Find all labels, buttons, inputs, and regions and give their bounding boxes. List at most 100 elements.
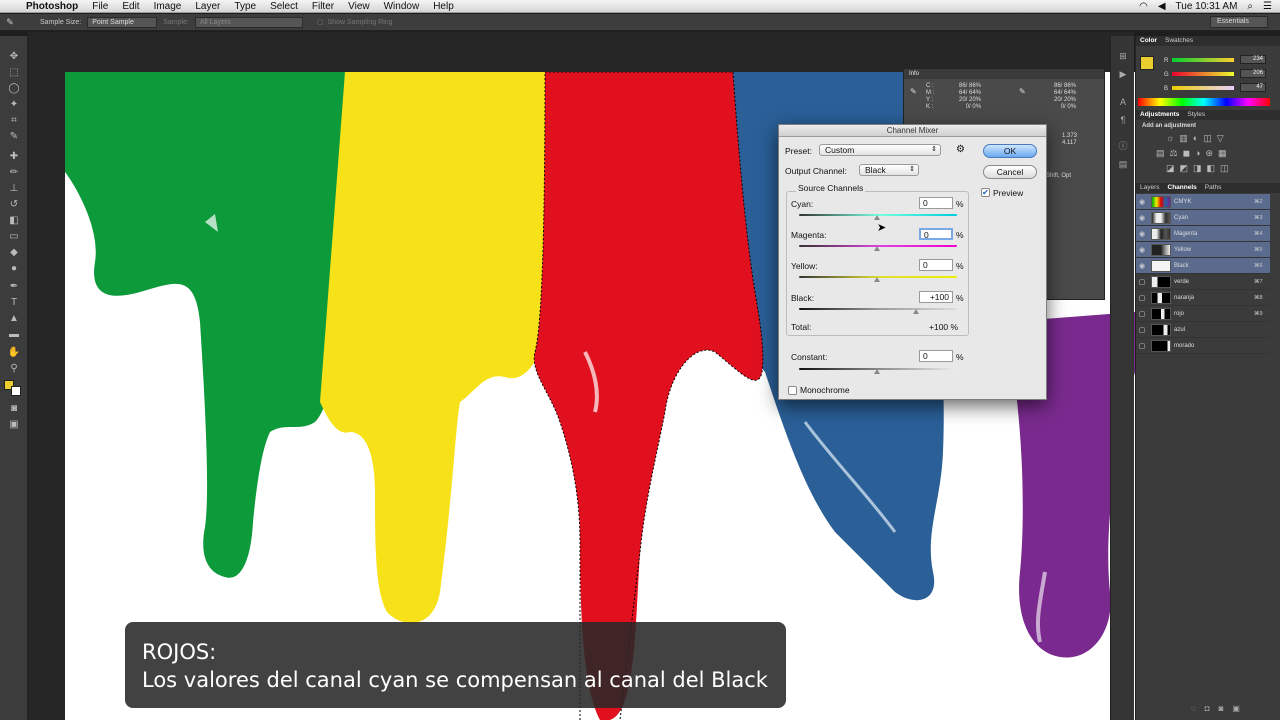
visibility-eye-icon[interactable]: ◉: [1136, 246, 1148, 254]
quick-select-tool-icon[interactable]: ✦: [6, 98, 22, 112]
color-r-value[interactable]: 234: [1240, 55, 1266, 64]
actions-panel-icon[interactable]: ▶: [1116, 68, 1130, 80]
type-tool-icon[interactable]: T: [6, 296, 22, 310]
adjustment-icons-row-1[interactable]: ☼▥◐◫▽: [1166, 133, 1229, 144]
cyan-slider-thumb[interactable]: [874, 215, 880, 220]
constant-value-input[interactable]: 0: [919, 350, 953, 362]
zoom-tool-icon[interactable]: ⚲: [6, 362, 22, 376]
tab-adjustments[interactable]: Adjustments: [1140, 110, 1179, 120]
preset-select[interactable]: Custom: [819, 144, 941, 156]
menu-app-name[interactable]: Photoshop: [26, 1, 78, 12]
hand-tool-icon[interactable]: ✋: [6, 346, 22, 360]
screen-mode-icon[interactable]: ▣: [6, 418, 22, 432]
channel-row-magenta[interactable]: ◉ Magenta ⌘4: [1136, 226, 1270, 242]
visibility-eye-icon[interactable]: ◉: [1136, 214, 1148, 222]
channel-row-cyan[interactable]: ◉ Cyan ⌘3: [1136, 210, 1270, 226]
visibility-eye-icon[interactable]: ◉: [1136, 198, 1148, 206]
clone-stamp-icon[interactable]: ⊥: [6, 182, 22, 196]
history-panel-icon[interactable]: ⊞: [1116, 50, 1130, 62]
notification-list-icon[interactable]: ☰: [1263, 1, 1272, 12]
cancel-button[interactable]: Cancel: [983, 165, 1037, 179]
visibility-eye-icon[interactable]: ◉: [1136, 262, 1148, 270]
preset-options-gear-icon[interactable]: ⚙: [956, 144, 965, 155]
menu-edit[interactable]: Edit: [122, 1, 139, 12]
color-b-value[interactable]: 47: [1240, 83, 1266, 92]
background-color-swatch[interactable]: [11, 386, 21, 396]
channel-row-verde[interactable]: ▢ verde ⌘7: [1136, 274, 1270, 290]
channel-row-cmyk[interactable]: ◉ CMYK ⌘2: [1136, 194, 1270, 210]
sample-size-select[interactable]: Point Sample: [87, 16, 158, 28]
brush-tool-icon[interactable]: ✏: [6, 166, 22, 180]
menu-view[interactable]: View: [348, 1, 370, 12]
constant-slider-thumb[interactable]: [874, 369, 880, 374]
visibility-eye-placeholder[interactable]: ▢: [1136, 278, 1148, 286]
lasso-tool-icon[interactable]: ◯: [6, 82, 22, 96]
paragraph-panel-icon[interactable]: ¶: [1116, 114, 1130, 126]
workspace-switcher[interactable]: Essentials: [1210, 16, 1268, 28]
color-g-value[interactable]: 206: [1240, 69, 1266, 78]
tab-channels[interactable]: Channels: [1168, 183, 1197, 193]
tab-styles[interactable]: Styles: [1187, 110, 1205, 120]
color-r-slider[interactable]: [1172, 58, 1234, 62]
show-ring-checkbox[interactable]: ▢: [317, 18, 324, 26]
adjustment-icons-row-3[interactable]: ◪◩◨◧◫: [1166, 163, 1234, 174]
properties-panel-icon[interactable]: ▤: [1116, 158, 1130, 170]
history-brush-icon[interactable]: ↺: [6, 198, 22, 212]
channel-row-rojo[interactable]: ▢ rojo ⌘9: [1136, 306, 1270, 322]
magenta-slider-thumb[interactable]: [874, 246, 880, 251]
visibility-eye-placeholder[interactable]: ▢: [1136, 326, 1148, 334]
spotlight-search-icon[interactable]: ⌕: [1247, 1, 1253, 12]
channel-row-azul[interactable]: ▢ azul: [1136, 322, 1270, 338]
eyedropper-tool-icon[interactable]: ✎: [0, 17, 20, 28]
quick-mask-icon[interactable]: ◙: [6, 402, 22, 416]
visibility-eye-icon[interactable]: ◉: [1136, 230, 1148, 238]
channel-row-yellow[interactable]: ◉ Yellow ⌘5: [1136, 242, 1270, 258]
menu-layer[interactable]: Layer: [195, 1, 220, 12]
marquee-tool-icon[interactable]: ⬚: [6, 66, 22, 80]
black-slider-thumb[interactable]: [913, 309, 919, 314]
channel-row-black[interactable]: ◉ Black ⌘6: [1136, 258, 1270, 274]
ok-button[interactable]: OK: [983, 144, 1037, 158]
cyan-value-input[interactable]: 0: [919, 197, 953, 209]
menu-help[interactable]: Help: [433, 1, 454, 12]
preview-checkbox[interactable]: ✔: [981, 188, 990, 197]
menu-select[interactable]: Select: [270, 1, 298, 12]
path-select-icon[interactable]: ▲: [6, 312, 22, 326]
tab-layers[interactable]: Layers: [1140, 183, 1160, 193]
black-slider-track[interactable]: [799, 308, 957, 310]
crop-tool-icon[interactable]: ⌗: [6, 114, 22, 128]
tab-color[interactable]: Color: [1140, 36, 1157, 46]
sample-select[interactable]: All Layers: [194, 16, 303, 28]
shape-tool-icon[interactable]: ▬: [6, 328, 22, 342]
channel-row-naranja[interactable]: ▢ naranja ⌘8: [1136, 290, 1270, 306]
tab-paths[interactable]: Paths: [1205, 183, 1222, 193]
healing-brush-icon[interactable]: ✚: [6, 150, 22, 164]
visibility-eye-placeholder[interactable]: ▢: [1136, 294, 1148, 302]
menu-filter[interactable]: Filter: [312, 1, 334, 12]
eraser-tool-icon[interactable]: ◧: [6, 214, 22, 228]
eyedropper-icon[interactable]: ✎: [6, 130, 22, 144]
black-value-input[interactable]: +100: [919, 291, 953, 303]
magenta-value-input[interactable]: 0: [919, 228, 953, 240]
pen-tool-icon[interactable]: ✒: [6, 280, 22, 294]
color-panel-fg-swatch[interactable]: [1140, 56, 1154, 70]
info-panel-icon[interactable]: ⓘ: [1116, 140, 1130, 152]
visibility-eye-placeholder[interactable]: ▢: [1136, 310, 1148, 318]
character-panel-icon[interactable]: A: [1116, 96, 1130, 108]
menu-file[interactable]: File: [92, 1, 108, 12]
channels-footer-icons[interactable]: ◌◘◙▣: [1191, 704, 1249, 713]
menu-image[interactable]: Image: [154, 1, 182, 12]
wifi-icon[interactable]: ◠: [1139, 1, 1148, 12]
tab-swatches[interactable]: Swatches: [1165, 36, 1193, 46]
output-channel-select[interactable]: Black: [859, 164, 919, 176]
yellow-value-input[interactable]: 0: [919, 259, 953, 271]
color-b-slider[interactable]: [1172, 86, 1234, 90]
color-g-slider[interactable]: [1172, 72, 1234, 76]
gradient-tool-icon[interactable]: ▭: [6, 230, 22, 244]
move-tool-icon[interactable]: ✥: [6, 50, 22, 64]
clock[interactable]: Tue 10:31 AM: [1176, 1, 1238, 12]
dodge-tool-icon[interactable]: ●: [6, 262, 22, 276]
volume-icon[interactable]: ◀: [1158, 1, 1166, 12]
visibility-eye-placeholder[interactable]: ▢: [1136, 342, 1148, 350]
adjustment-icons-row-2[interactable]: ▤⚖◼◑⊛▦: [1156, 148, 1232, 159]
